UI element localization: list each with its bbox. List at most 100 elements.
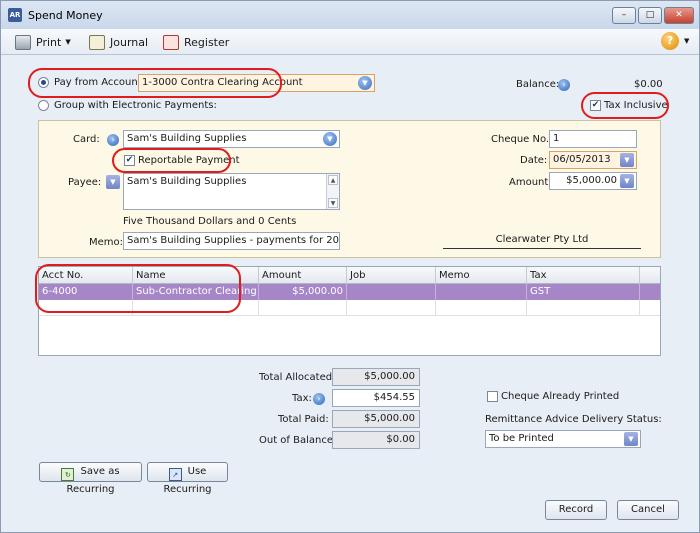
date-field[interactable]: 06/05/2013 ▼ xyxy=(549,151,637,169)
header-tax[interactable]: Tax xyxy=(527,267,640,284)
close-button[interactable]: ✕ xyxy=(664,7,694,24)
register-label: Register xyxy=(184,35,230,49)
cell-tax[interactable]: GST xyxy=(527,284,640,300)
remittance-label: Remittance Advice Delivery Status: xyxy=(485,414,662,425)
card-label: Card: xyxy=(73,134,100,145)
group-electronic-radio[interactable] xyxy=(38,100,49,111)
scroll-up-icon[interactable]: ▲ xyxy=(328,175,338,185)
help-icon[interactable]: ? xyxy=(661,32,679,50)
cheque-no-value: 1 xyxy=(553,133,560,144)
spend-money-window: AR Spend Money – □ ✕ Print ▼ Journal Reg… xyxy=(0,0,700,533)
empty-cell xyxy=(259,300,347,316)
chevron-down-icon: ▼ xyxy=(65,38,71,46)
scroll-down-icon[interactable]: ▼ xyxy=(328,198,338,208)
header-amount[interactable]: Amount xyxy=(259,267,347,284)
cheque-printed-checkbox[interactable] xyxy=(487,391,498,402)
remittance-value: To be Printed xyxy=(489,433,554,444)
maximize-button[interactable]: □ xyxy=(638,7,662,24)
account-lookup-icon[interactable]: ▼ xyxy=(358,76,372,90)
table-row-empty[interactable] xyxy=(39,300,660,316)
help-chevron-icon[interactable]: ▼ xyxy=(684,37,689,45)
cancel-button[interactable]: Cancel xyxy=(617,500,679,520)
card-arrow-icon[interactable]: › xyxy=(107,134,119,146)
empty-cell xyxy=(133,300,259,316)
window-title: Spend Money xyxy=(28,9,103,22)
amount-field[interactable]: $5,000.00 ▼ xyxy=(549,172,637,190)
cell-job[interactable] xyxy=(347,284,436,300)
payee-dropdown-icon[interactable]: ▼ xyxy=(106,175,120,189)
remittance-select[interactable]: To be Printed ▼ xyxy=(485,430,641,448)
reportable-payment-checkbox[interactable]: ✔ xyxy=(124,155,135,166)
print-button[interactable]: Print ▼ xyxy=(15,33,71,51)
printer-icon xyxy=(15,34,31,50)
header-job[interactable]: Job xyxy=(347,267,436,284)
out-of-balance-value: $0.00 xyxy=(332,431,420,449)
minimize-button[interactable]: – xyxy=(612,7,636,24)
journal-icon xyxy=(89,34,105,50)
calendar-icon[interactable]: ▼ xyxy=(620,153,634,167)
tax-arrow-icon[interactable]: › xyxy=(313,393,325,405)
memo-value: Sam's Building Supplies - payments for 2… xyxy=(127,235,339,246)
total-paid-label: Total Paid: xyxy=(278,414,329,425)
signature-line: Clearwater Pty Ltd xyxy=(443,234,641,249)
out-of-balance-label: Out of Balance: xyxy=(259,435,337,446)
payee-label: Payee: xyxy=(68,177,102,188)
card-lookup-icon[interactable]: ▼ xyxy=(323,132,337,146)
header-name[interactable]: Name xyxy=(133,267,259,284)
amount-label: Amount: xyxy=(509,177,552,188)
remittance-dropdown-icon[interactable]: ▼ xyxy=(624,432,638,446)
memo-field[interactable]: Sam's Building Supplies - payments for 2… xyxy=(123,232,340,250)
header-memo[interactable]: Memo xyxy=(436,267,527,284)
reportable-payment-label: Reportable Payment xyxy=(138,155,240,166)
card-field[interactable]: Sam's Building Supplies ▼ xyxy=(123,130,340,148)
payee-scrollbar[interactable]: ▲ ▼ xyxy=(326,174,339,209)
recurring-use-icon: ↗ xyxy=(168,468,182,481)
table-row[interactable]: 6-4000 Sub-Contractor Clearing $5,000.00… xyxy=(39,284,660,300)
pay-from-radio[interactable] xyxy=(38,77,49,88)
allocation-table: Acct No. Name Amount Job Memo Tax 6-4000… xyxy=(38,266,661,356)
cell-amount[interactable]: $5,000.00 xyxy=(259,284,347,300)
cheque-no-label: Cheque No.: xyxy=(491,134,553,145)
payee-value: Sam's Building Supplies xyxy=(127,176,247,187)
tax-value[interactable]: $454.55 xyxy=(332,389,420,407)
journal-button[interactable]: Journal xyxy=(89,33,148,51)
balance-arrow-icon[interactable]: › xyxy=(558,79,570,91)
tax-inclusive-checkbox[interactable]: ✔ xyxy=(590,100,601,111)
empty-cell xyxy=(347,300,436,316)
pay-from-label: Pay from Account: xyxy=(54,77,146,88)
total-paid-value: $5,000.00 xyxy=(332,410,420,428)
toolbar: Print ▼ Journal Register ? ▼ xyxy=(1,29,699,55)
cheque-no-field[interactable]: 1 xyxy=(549,130,637,148)
date-label: Date: xyxy=(520,155,548,166)
empty-cell xyxy=(436,300,527,316)
cell-acct-no[interactable]: 6-4000 xyxy=(39,284,133,300)
cell-name[interactable]: Sub-Contractor Clearing xyxy=(133,284,259,300)
memo-label: Memo: xyxy=(89,237,124,248)
app-logo-icon: AR xyxy=(8,8,22,22)
recurring-save-icon: ↻ xyxy=(61,468,75,481)
amount-dropdown-icon[interactable]: ▼ xyxy=(620,174,634,188)
empty-cell xyxy=(39,300,133,316)
payee-address-box[interactable]: Sam's Building Supplies ▲ ▼ xyxy=(123,173,340,210)
empty-cell xyxy=(527,300,640,316)
card-value: Sam's Building Supplies xyxy=(127,133,247,144)
register-icon xyxy=(163,34,179,50)
save-as-recurring-button[interactable]: ↻ Save as Recurring xyxy=(39,462,142,495)
use-recurring-button[interactable]: ↗ Use Recurring xyxy=(147,462,228,495)
total-allocated-value: $5,000.00 xyxy=(332,368,420,386)
record-button[interactable]: Record xyxy=(545,500,607,520)
balance-label: Balance: xyxy=(516,79,560,90)
table-header: Acct No. Name Amount Job Memo Tax xyxy=(39,267,660,284)
amount-value: $5,000.00 xyxy=(566,175,617,186)
journal-label: Journal xyxy=(110,35,149,49)
signature-text: Clearwater Pty Ltd xyxy=(495,234,589,245)
title-bar: AR Spend Money – □ ✕ xyxy=(1,1,699,29)
register-button[interactable]: Register xyxy=(163,33,229,51)
cheque-printed-label: Cheque Already Printed xyxy=(501,391,620,402)
header-acct-no[interactable]: Acct No. xyxy=(39,267,133,284)
pay-from-account-field[interactable]: 1-3000 Contra Clearing Account ▼ xyxy=(138,74,375,92)
print-label: Print xyxy=(36,35,62,49)
cell-memo[interactable] xyxy=(436,284,527,300)
amount-in-words: Five Thousand Dollars and 0 Cents xyxy=(123,216,297,227)
date-value: 06/05/2013 xyxy=(553,154,611,165)
